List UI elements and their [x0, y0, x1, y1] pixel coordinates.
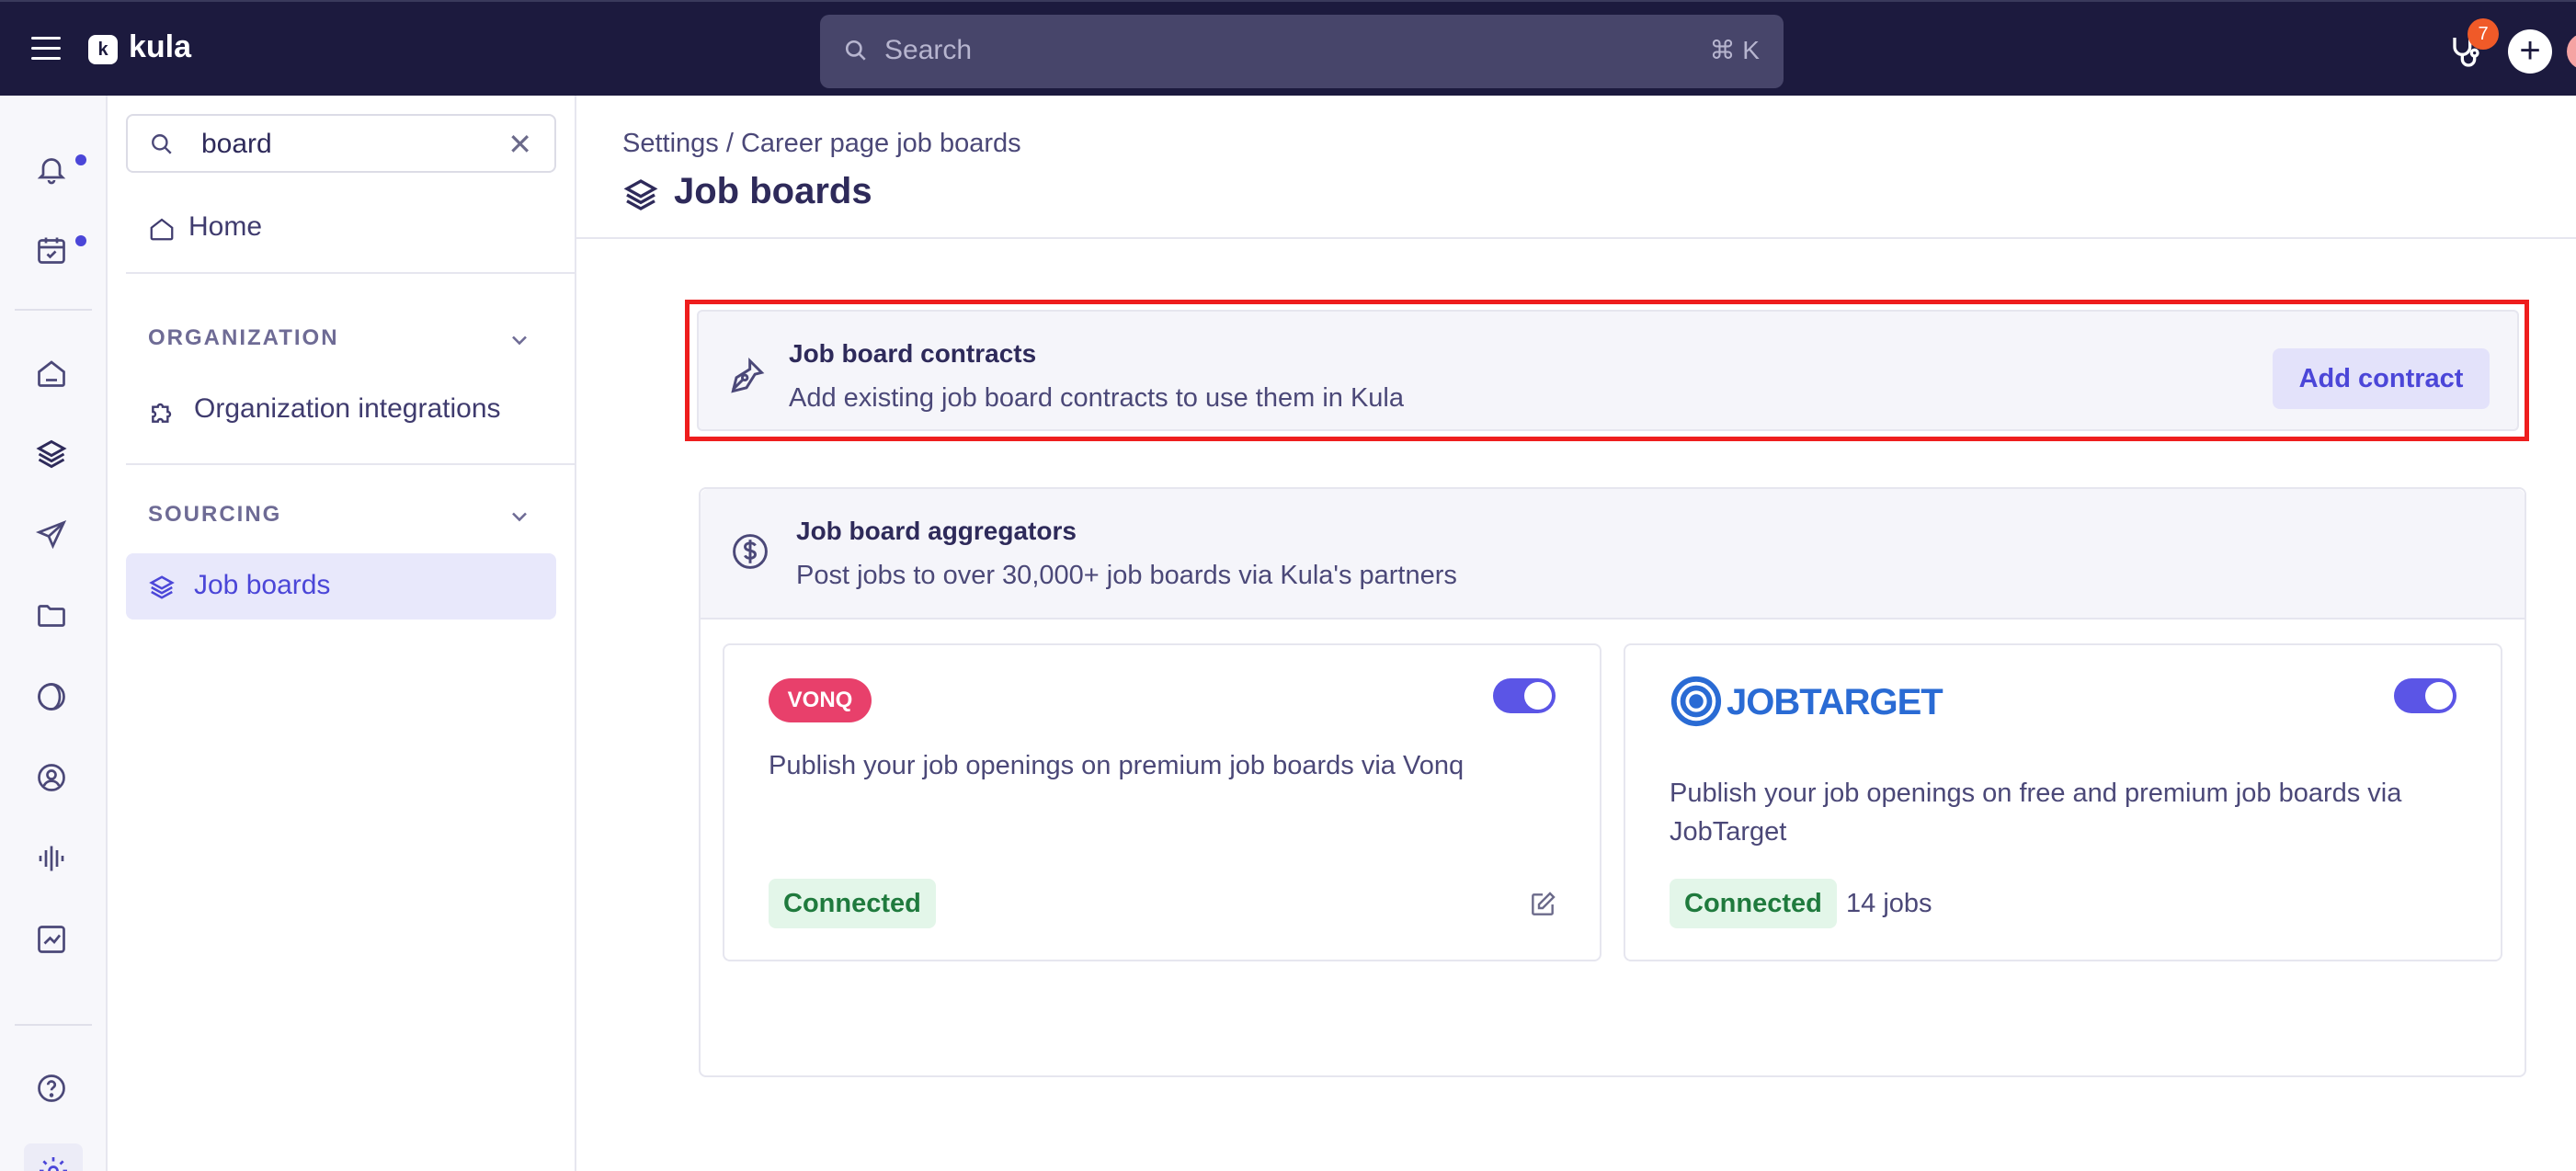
toggle-knob: [2425, 682, 2453, 710]
jobtarget-toggle[interactable]: [2394, 678, 2456, 713]
unread-dot: [75, 235, 86, 246]
pen-nib-icon: [731, 357, 765, 393]
clear-search-icon[interactable]: ✕: [507, 127, 532, 162]
sidebar-item-organization-integrations[interactable]: Organization integrations: [126, 377, 556, 443]
toggle-knob: [1524, 682, 1552, 710]
partner-description: Publish your job openings on premium job…: [769, 751, 1465, 780]
settings-sidebar: board ✕ Home ORGANIZATION Organization i…: [108, 96, 576, 1171]
nav-divider: [126, 463, 575, 465]
global-search-input[interactable]: Search ⌘ K: [820, 15, 1784, 88]
settings-search-input[interactable]: board ✕: [126, 114, 556, 173]
user-circle-icon[interactable]: [35, 761, 72, 798]
sidebar-item-job-boards[interactable]: Job boards: [126, 553, 556, 620]
jobtarget-logo-text: JOBTARGET: [1727, 682, 1943, 722]
home-icon: [150, 218, 174, 241]
unread-dot: [75, 154, 86, 165]
aggregators-title: Job board aggregators: [796, 517, 1077, 545]
avatar[interactable]: [2567, 33, 2576, 70]
vonq-logo: VONQ: [769, 678, 872, 722]
kula-logo-icon: k: [88, 35, 118, 64]
edit-icon[interactable]: [1528, 890, 1557, 919]
job-board-contracts-highlight: Job board contracts Add existing job boa…: [685, 300, 2529, 441]
chart-icon[interactable]: [35, 923, 72, 960]
header-divider: [576, 237, 2576, 239]
app-name[interactable]: kula: [129, 29, 191, 65]
sidebar-item-home[interactable]: Home: [126, 195, 556, 261]
status-badge: Connected: [769, 879, 936, 928]
chevron-down-icon[interactable]: [507, 504, 532, 529]
status-badge: Connected: [1670, 879, 1837, 928]
home-icon[interactable]: [35, 357, 72, 393]
section-heading-organization: ORGANIZATION: [148, 325, 339, 350]
job-board-contracts-card: Job board contracts Add existing job boa…: [697, 310, 2519, 431]
settings-icon[interactable]: [24, 1143, 83, 1171]
partner-card-jobtarget: JOBTARGET Publish your job openings on f…: [1624, 643, 2502, 961]
jobs-count[interactable]: 14 jobs: [1846, 889, 1932, 919]
page-title: Job boards: [674, 171, 872, 211]
send-icon[interactable]: [35, 518, 72, 555]
contracts-title: Job board contracts: [789, 339, 1037, 368]
calendar-icon[interactable]: [35, 233, 86, 270]
section-heading-sourcing: SOURCING: [148, 502, 282, 527]
main-content: Settings / Career page job boards Job bo…: [576, 96, 2576, 1171]
job-board-aggregators-card: Job board aggregators Post jobs to over …: [699, 487, 2526, 1077]
top-bar: k kula Search ⌘ K 7 +: [0, 0, 2576, 96]
menu-icon[interactable]: [31, 37, 61, 61]
breadcrumb: Settings / Career page job boards: [622, 129, 1021, 158]
search-placeholder: Search: [884, 35, 973, 65]
rail-divider: [15, 309, 92, 311]
aggregators-subtitle: Post jobs to over 30,000+ job boards via…: [796, 561, 1457, 590]
help-icon[interactable]: [35, 1072, 72, 1108]
settings-search-value: board: [201, 129, 272, 159]
create-button[interactable]: +: [2508, 29, 2552, 74]
layers-icon: [623, 179, 658, 210]
target-icon: [1670, 676, 1722, 727]
vonq-toggle[interactable]: [1493, 678, 1556, 713]
notification-badge: 7: [2468, 18, 2499, 50]
search-shortcut: ⌘ K: [1709, 36, 1760, 64]
contrast-icon[interactable]: [35, 680, 72, 717]
rail-divider: [15, 1024, 92, 1026]
jobtarget-logo: JOBTARGET: [1670, 675, 1943, 730]
dollar-circle-icon: [733, 534, 768, 569]
puzzle-icon: [152, 403, 172, 423]
add-contract-button[interactable]: Add contract: [2273, 348, 2490, 409]
chevron-down-icon[interactable]: [507, 327, 532, 353]
sidebar-item-label: Organization integrations: [194, 393, 501, 424]
partner-description: Publish your job openings on free and pr…: [1670, 779, 2402, 847]
activity-button[interactable]: 7: [2445, 18, 2499, 70]
search-icon: [845, 40, 866, 61]
contracts-subtitle: Add existing job board contracts to use …: [789, 383, 1404, 413]
waveform-icon[interactable]: [35, 842, 72, 879]
layers-icon: [149, 575, 175, 599]
search-icon: [152, 134, 172, 154]
aggregators-header: Job board aggregators Post jobs to over …: [701, 489, 2525, 620]
nav-divider: [126, 272, 575, 274]
partner-card-vonq: VONQ Publish your job openings on premiu…: [723, 643, 1601, 961]
sidebar-item-label: Job boards: [194, 570, 331, 600]
folder-icon[interactable]: [35, 599, 72, 636]
bell-icon[interactable]: [35, 153, 86, 189]
sidebar-item-label: Home: [188, 211, 263, 242]
layers-icon[interactable]: [35, 438, 72, 474]
icon-rail: [0, 96, 108, 1171]
